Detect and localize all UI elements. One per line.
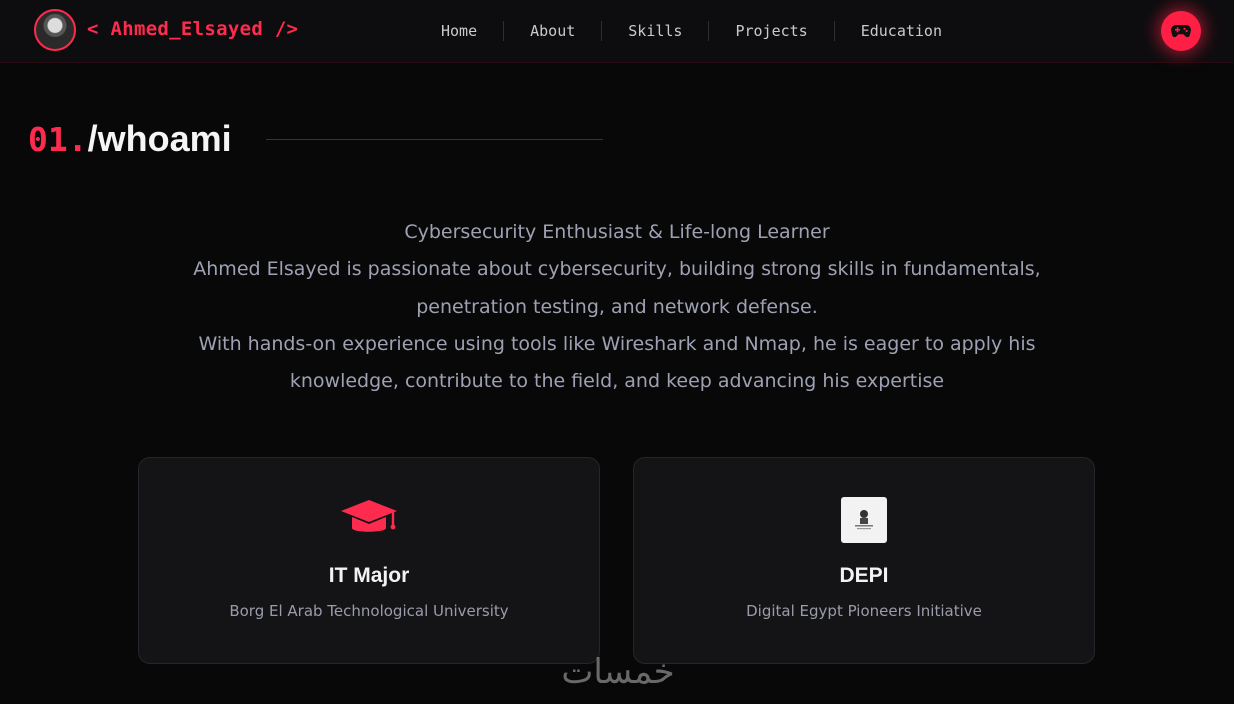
section-title: 01. /whoami	[28, 118, 232, 160]
bio-line: Ahmed Elsayed is passionate about cybers…	[193, 258, 1041, 281]
card-subtitle: Borg El Arab Technological University	[229, 602, 509, 620]
nav-link-home[interactable]: Home	[415, 21, 505, 41]
depi-logo	[841, 497, 887, 543]
nav-link-about[interactable]: About	[504, 21, 603, 41]
education-card-depi: DEPI Digital Egypt Pioneers Initiative	[633, 457, 1095, 664]
bio-line: With hands-on experience using tools lik…	[198, 332, 1036, 355]
section-number: 01.	[28, 120, 88, 159]
game-mode-button[interactable]	[1161, 11, 1201, 51]
education-card-it-major: IT Major Borg El Arab Technological Univ…	[138, 457, 600, 664]
bio-line: Cybersecurity Enthusiast & Life-long Lea…	[404, 221, 830, 243]
bio-line: knowledge, contribute to the field, and …	[289, 370, 945, 393]
bio-text: Cybersecurity Enthusiast & Life-long Lea…	[150, 214, 1084, 400]
bio-line: penetration testing, and network defense…	[416, 295, 818, 318]
brand-logo-text[interactable]: < Ahmed_Elsayed />	[87, 18, 298, 40]
watermark-logo: خمسات	[561, 652, 675, 692]
nav-link-projects[interactable]: Projects	[709, 21, 835, 41]
card-title: DEPI	[839, 564, 889, 587]
section-name: /whoami	[87, 118, 232, 159]
gamepad-icon	[1171, 25, 1191, 38]
nav-links: Home About Skills Projects Education	[415, 0, 968, 62]
avatar[interactable]	[34, 9, 76, 51]
card-subtitle: Digital Egypt Pioneers Initiative	[746, 602, 982, 620]
card-title: IT Major	[328, 564, 410, 587]
section-divider	[266, 139, 603, 140]
navbar: < Ahmed_Elsayed /> Home About Skills Pro…	[0, 0, 1234, 63]
nav-link-education[interactable]: Education	[835, 21, 968, 41]
graduation-cap-icon	[341, 500, 397, 532]
nav-link-skills[interactable]: Skills	[602, 21, 710, 41]
